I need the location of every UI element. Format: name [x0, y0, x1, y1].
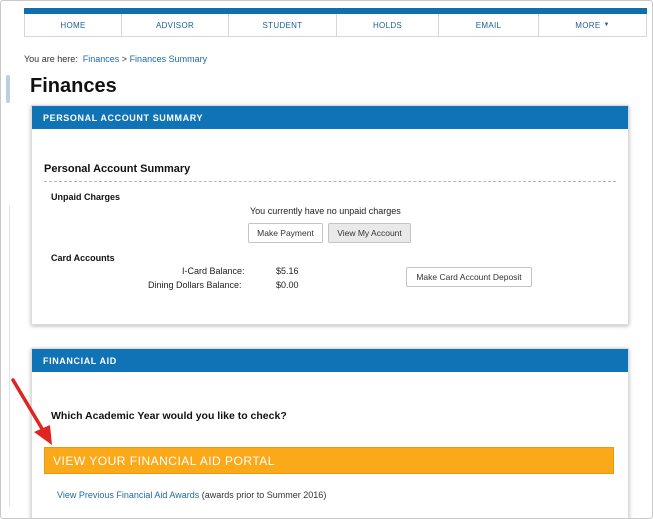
main-nav: HOME ADVISOR STUDENT HOLDS EMAIL MORE ▼: [24, 14, 647, 37]
previous-awards-note: (awards prior to Summer 2016): [201, 490, 327, 500]
nav-label: STUDENT: [262, 20, 303, 30]
section-divider: [44, 181, 616, 182]
breadcrumb-link-finances-summary[interactable]: Finances Summary: [130, 54, 208, 64]
make-payment-button[interactable]: Make Payment: [248, 223, 323, 243]
previous-awards-link[interactable]: View Previous Financial Aid Awards: [57, 490, 199, 500]
icard-balance-value: $5.16: [276, 266, 299, 276]
nav-label: EMAIL: [475, 20, 502, 30]
card-deposit-button[interactable]: Make Card Account Deposit: [406, 267, 532, 287]
nav-item-more[interactable]: MORE ▼: [539, 14, 647, 36]
nav-item-holds[interactable]: HOLDS: [337, 14, 439, 36]
view-my-account-button[interactable]: View My Account: [328, 223, 411, 243]
personal-account-header: PERSONAL ACCOUNT SUMMARY: [32, 106, 628, 129]
nav-label: HOLDS: [372, 20, 403, 30]
nav-item-advisor[interactable]: ADVISOR: [122, 14, 229, 36]
browser-frame: HOME ADVISOR STUDENT HOLDS EMAIL MORE ▼ Y…: [0, 0, 653, 519]
breadcrumb-prefix: You are here:: [24, 54, 78, 64]
unpaid-charges-label: Unpaid Charges: [51, 192, 121, 202]
left-divider: [9, 206, 10, 506]
breadcrumb-separator: >: [121, 54, 128, 64]
icard-balance-label: I-Card Balance:: [182, 266, 245, 276]
financial-aid-card: FINANCIAL AID Which Academic Year would …: [31, 348, 629, 518]
nav-label: ADVISOR: [155, 20, 195, 30]
page-title: Finances: [30, 75, 117, 97]
academic-year-question: Which Academic Year would you like to ch…: [51, 410, 287, 422]
breadcrumb-link-finances[interactable]: Finances: [83, 54, 120, 64]
breadcrumb: You are here: Finances > Finances Summar…: [24, 54, 207, 64]
caret-down-icon: ▼: [603, 22, 610, 28]
financial-aid-portal-button[interactable]: VIEW YOUR FINANCIAL AID PORTAL: [44, 447, 614, 474]
financial-aid-header: FINANCIAL AID: [32, 349, 628, 372]
unpaid-charges-message: You currently have no unpaid charges: [250, 206, 401, 216]
previous-awards-row: View Previous Financial Aid Awards (awar…: [57, 490, 326, 500]
personal-account-title: Personal Account Summary: [44, 163, 191, 175]
dining-dollars-label: Dining Dollars Balance:: [148, 280, 242, 290]
nav-item-email[interactable]: EMAIL: [439, 14, 539, 36]
card-accounts-label: Card Accounts: [51, 253, 115, 263]
nav-item-student[interactable]: STUDENT: [229, 14, 337, 36]
scroll-indicator: [6, 75, 10, 103]
nav-label: MORE: [575, 20, 601, 30]
nav-label: HOME: [60, 20, 86, 30]
annotation-arrow-icon: [11, 378, 52, 445]
dining-dollars-value: $0.00: [276, 280, 299, 290]
nav-item-home[interactable]: HOME: [24, 14, 122, 36]
personal-account-card: PERSONAL ACCOUNT SUMMARY Personal Accoun…: [31, 105, 629, 325]
